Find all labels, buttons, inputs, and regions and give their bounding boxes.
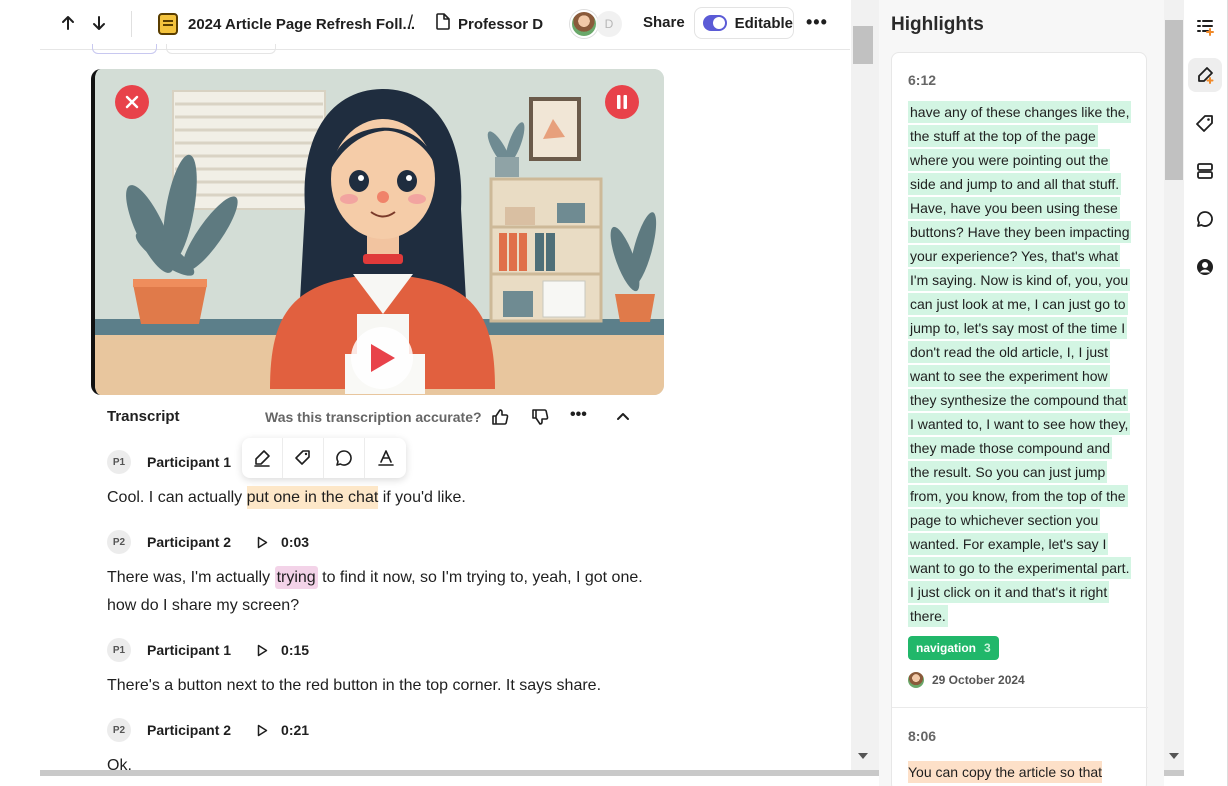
quote-text: have any of these changes like the, the … bbox=[908, 101, 1132, 627]
quote-text: You can copy the article so that bbox=[908, 761, 1103, 783]
highlight-quote[interactable]: You can copy the article so that bbox=[908, 760, 1103, 784]
highlight-card[interactable]: 6:12 have any of these changes like the,… bbox=[891, 52, 1148, 786]
tag-icon[interactable] bbox=[1188, 106, 1222, 140]
chevron-up-icon[interactable] bbox=[613, 406, 633, 426]
breadcrumb-separator: / bbox=[408, 12, 414, 32]
transcript-more-button[interactable]: ••• bbox=[570, 406, 587, 424]
document-icon bbox=[436, 13, 450, 35]
participant-chip: P1 bbox=[107, 638, 131, 662]
highlighted-text[interactable]: trying bbox=[274, 566, 318, 589]
play-icon[interactable] bbox=[255, 535, 269, 549]
editable-label: Editable bbox=[734, 14, 793, 32]
right-rail bbox=[1184, 0, 1228, 786]
text-span: Cool. I can actually bbox=[107, 489, 247, 506]
tag-chip[interactable]: navigation 3 bbox=[908, 636, 999, 660]
scrollbar-thumb[interactable] bbox=[1165, 20, 1183, 180]
video-player[interactable] bbox=[91, 69, 664, 395]
comment-icon[interactable] bbox=[1188, 202, 1222, 236]
play-icon[interactable] bbox=[255, 723, 269, 737]
thumbs-up-icon[interactable] bbox=[489, 406, 511, 428]
pause-button[interactable] bbox=[605, 85, 639, 119]
next-arrow-icon[interactable] bbox=[87, 11, 111, 35]
highlights-title: Highlights bbox=[891, 14, 984, 35]
divider bbox=[131, 11, 132, 37]
transcript-header: Transcript Was this transcription accura… bbox=[107, 400, 637, 432]
highlight-timestamp[interactable]: 6:12 bbox=[908, 72, 936, 88]
highlight-date: 29 October 2024 bbox=[932, 673, 1025, 687]
utterance-text[interactable]: Cool. I can actually put one in the chat… bbox=[107, 484, 647, 512]
text-span: if you'd like. bbox=[378, 489, 466, 506]
stop-recording-button[interactable] bbox=[115, 85, 149, 119]
participant-chip: P2 bbox=[107, 530, 131, 554]
transcript-pane[interactable]: Transcript Was this transcription accura… bbox=[40, 50, 850, 770]
scrollbar-thumb[interactable] bbox=[853, 26, 873, 64]
thumbs-down-icon[interactable] bbox=[529, 406, 551, 428]
transcript-title: Transcript bbox=[107, 408, 180, 425]
document-breadcrumb[interactable]: Professor D bbox=[436, 11, 543, 37]
previous-arrow-icon[interactable] bbox=[56, 11, 80, 35]
timestamp[interactable]: 0:03 bbox=[281, 534, 309, 550]
divider bbox=[892, 707, 1148, 708]
highlighted-text[interactable]: put one in the chat bbox=[246, 486, 379, 509]
timestamp[interactable]: 0:21 bbox=[281, 722, 309, 738]
highlighter-icon[interactable] bbox=[1188, 58, 1222, 92]
scroll-down-arrow-icon[interactable] bbox=[1168, 752, 1180, 760]
editable-toggle[interactable]: Editable bbox=[694, 7, 794, 39]
participant-name[interactable]: Participant 1 bbox=[147, 454, 231, 470]
user-circle-icon[interactable] bbox=[1188, 250, 1222, 284]
project-icon bbox=[158, 13, 178, 35]
utterance-text[interactable]: Ok. bbox=[107, 752, 647, 770]
utterance: P1 Participant 1 Cool. I can actually pu… bbox=[107, 450, 647, 512]
highlights-list-icon[interactable] bbox=[1188, 10, 1222, 44]
text-span: There was, I'm actually bbox=[107, 569, 275, 586]
layers-icon[interactable] bbox=[1188, 154, 1222, 188]
highlights-scrollbar[interactable] bbox=[1164, 0, 1184, 770]
document-title: Professor D bbox=[458, 15, 544, 33]
utterance: P2 Participant 2 0:21 Ok. bbox=[107, 718, 647, 770]
avatar bbox=[570, 10, 598, 38]
participant-name[interactable]: Participant 2 bbox=[147, 534, 231, 550]
main-scrollbar[interactable] bbox=[851, 0, 879, 770]
project-title: 2024 Article Page Refresh Foll... bbox=[188, 15, 416, 33]
project-breadcrumb[interactable]: 2024 Article Page Refresh Foll... bbox=[158, 11, 415, 37]
avatar bbox=[908, 672, 924, 688]
utterance-text[interactable]: There was, I'm actually trying to find i… bbox=[107, 564, 647, 620]
share-button[interactable]: Share bbox=[643, 14, 685, 31]
more-options-button[interactable]: ••• bbox=[806, 12, 828, 33]
participant-name[interactable]: Participant 1 bbox=[147, 642, 231, 658]
highlight-timestamp[interactable]: 8:06 bbox=[908, 728, 936, 744]
tag-label: navigation bbox=[916, 641, 977, 655]
accuracy-prompt: Was this transcription accurate? bbox=[265, 409, 482, 425]
toggle-switch[interactable] bbox=[703, 15, 727, 31]
play-icon[interactable] bbox=[255, 643, 269, 657]
tag-count: 3 bbox=[984, 641, 991, 655]
highlight-meta: 29 October 2024 bbox=[908, 672, 1025, 688]
scroll-down-arrow-icon[interactable] bbox=[857, 752, 869, 760]
utterance: P2 Participant 2 0:03 There was, I'm act… bbox=[107, 530, 647, 620]
participant-name[interactable]: Participant 2 bbox=[147, 722, 231, 738]
avatar-initial: D bbox=[596, 11, 622, 37]
utterance-text[interactable]: There's a button next to the red button … bbox=[107, 672, 647, 700]
play-button[interactable] bbox=[351, 327, 413, 389]
top-bar: 2024 Article Page Refresh Foll... / Prof… bbox=[40, 0, 850, 54]
timestamp[interactable]: 0:15 bbox=[281, 642, 309, 658]
highlights-panel: Highlights 6:12 have any of these change… bbox=[879, 0, 1164, 786]
utterance: P1 Participant 1 0:15 There's a button n… bbox=[107, 638, 647, 700]
participant-chip: P1 bbox=[107, 450, 131, 474]
collaborator-avatars[interactable]: D bbox=[570, 10, 622, 38]
highlight-quote[interactable]: have any of these changes like the, the … bbox=[908, 100, 1132, 628]
participant-chip: P2 bbox=[107, 718, 131, 742]
